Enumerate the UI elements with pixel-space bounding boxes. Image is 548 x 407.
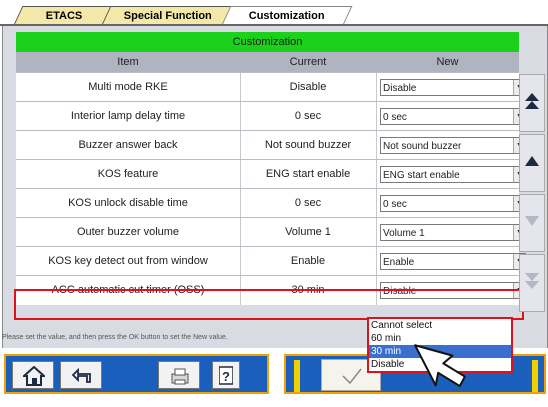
row-current-value: Volume 1: [240, 218, 377, 247]
header-current: Current: [240, 52, 377, 72]
scroll-down-button[interactable]: [519, 194, 545, 252]
table-row: Multi mode RKE Disable Disable▼: [16, 72, 526, 102]
row-item-label: Interior lamp delay time: [16, 102, 241, 131]
new-value-select[interactable]: ENG start enable▼: [380, 166, 526, 183]
scroll-bottom-button[interactable]: [519, 254, 545, 312]
new-value-select[interactable]: 0 sec▼: [380, 195, 526, 212]
new-value-text: 0 sec: [383, 199, 407, 210]
tab-bar: ETACS Special Function Customization: [0, 0, 548, 26]
table-row: KOS unlock disable time 0 sec 0 sec▼: [16, 188, 526, 218]
new-value-select[interactable]: Disable▼: [380, 79, 526, 96]
table-row: KOS feature ENG start enable ENG start e…: [16, 159, 526, 189]
row-current-value: Not sound buzzer: [240, 131, 377, 160]
scrollbar: [519, 74, 545, 312]
new-value-text: Not sound buzzer: [383, 141, 462, 152]
tab-customization-label: Customization: [248, 10, 325, 22]
new-value-select[interactable]: Enable▼: [380, 253, 526, 270]
table-row: Outer buzzer volume Volume 1 Volume 1▼: [16, 217, 526, 247]
new-value-select[interactable]: Volume 1▼: [380, 224, 526, 241]
table-title: Customization: [16, 32, 519, 52]
back-arrow-icon: [71, 367, 91, 383]
row-new-cell: 0 sec▼: [376, 102, 526, 131]
header-new: New: [376, 52, 519, 72]
dropdown-option[interactable]: Cannot select: [369, 319, 511, 332]
row-new-cell: Volume 1▼: [376, 218, 526, 247]
scroll-bottom-icon: [525, 273, 539, 289]
toolbar-accent-right: [532, 360, 538, 392]
scroll-top-icon: [525, 93, 539, 109]
help-button[interactable]: ?: [212, 361, 240, 389]
row-current-value: Enable: [240, 247, 377, 276]
row-current-value: 0 sec: [240, 102, 377, 131]
new-value-select[interactable]: 0 sec▼: [380, 108, 526, 125]
scroll-top-button[interactable]: [519, 74, 545, 132]
tab-etacs[interactable]: ETACS: [13, 6, 115, 25]
help-icon: ?: [219, 366, 233, 385]
new-value-text: Enable: [383, 257, 415, 268]
row-item-label: Outer buzzer volume: [16, 218, 241, 247]
new-value-text: Disable: [383, 83, 417, 94]
table-row: KOS key detect out from window Enable En…: [16, 246, 526, 276]
new-value-text: 0 sec: [383, 112, 407, 123]
row-new-cell: ENG start enable▼: [376, 160, 526, 189]
print-button[interactable]: [158, 361, 200, 389]
back-button[interactable]: [60, 361, 102, 389]
mouse-cursor-icon: [395, 336, 475, 407]
selected-row-highlight: [14, 289, 524, 320]
row-new-cell: Not sound buzzer▼: [376, 131, 526, 160]
printer-icon: [171, 368, 189, 385]
home-icon: [23, 366, 45, 386]
table-row: Interior lamp delay time 0 sec 0 sec▼: [16, 101, 526, 131]
row-item-label: Multi mode RKE: [16, 73, 241, 102]
scroll-up-button[interactable]: [519, 134, 545, 192]
tab-special-function-label: Special Function: [123, 10, 212, 22]
header-item: Item: [16, 52, 241, 72]
tab-etacs-label: ETACS: [45, 10, 83, 22]
toolbar-left-group: ?: [4, 354, 269, 394]
svg-text:?: ?: [222, 369, 230, 384]
row-item-label: KOS unlock disable time: [16, 189, 241, 218]
home-button[interactable]: [12, 361, 54, 389]
row-new-cell: Disable▼: [376, 73, 526, 102]
customization-panel: Customization Item Current New Multi mod…: [2, 26, 548, 348]
new-value-select[interactable]: Not sound buzzer▼: [380, 137, 526, 154]
row-current-value: 0 sec: [240, 189, 377, 218]
scroll-down-icon: [525, 216, 539, 226]
row-current-value: Disable: [240, 73, 377, 102]
table-row: Buzzer answer back Not sound buzzer Not …: [16, 130, 526, 160]
row-new-cell: Enable▼: [376, 247, 526, 276]
row-new-cell: 0 sec▼: [376, 189, 526, 218]
tab-customization[interactable]: Customization: [221, 6, 353, 25]
scroll-up-icon: [525, 156, 539, 166]
new-value-text: ENG start enable: [383, 170, 460, 181]
row-item-label: Buzzer answer back: [16, 131, 241, 160]
checkmark-icon: [342, 368, 362, 385]
toolbar-accent-left: [294, 360, 300, 392]
status-text: Please set the value, and then press the…: [2, 334, 228, 341]
new-value-text: Volume 1: [383, 228, 425, 239]
row-item-label: KOS key detect out from window: [16, 247, 241, 276]
row-item-label: KOS feature: [16, 160, 241, 189]
row-current-value: ENG start enable: [240, 160, 377, 189]
tab-special-function[interactable]: Special Function: [101, 6, 235, 25]
